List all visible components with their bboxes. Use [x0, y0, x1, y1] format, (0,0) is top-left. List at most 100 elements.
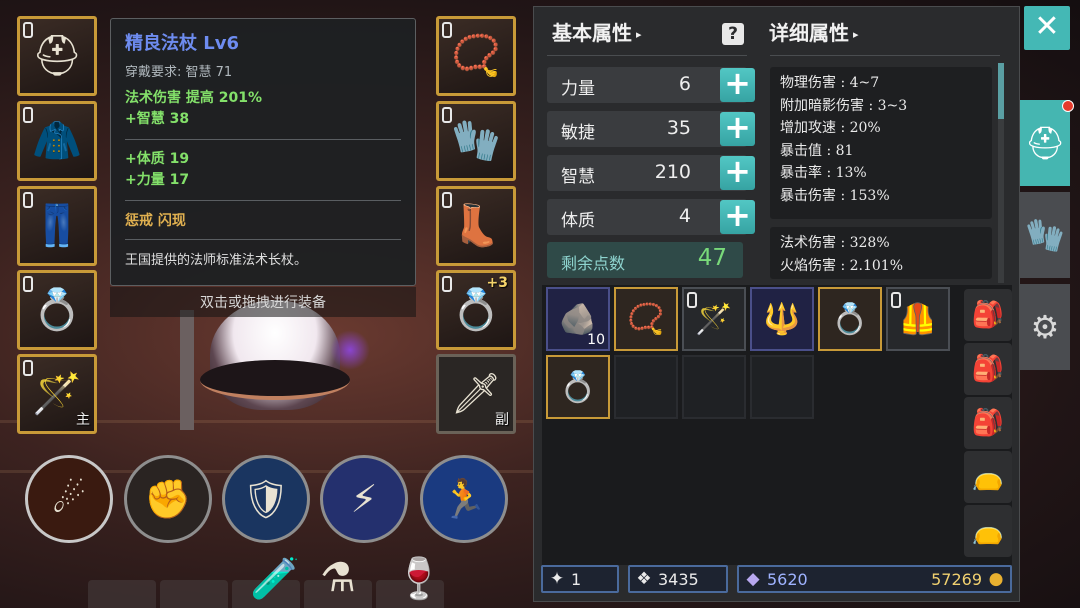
crystal-currency: ❖ 3435	[628, 565, 728, 593]
skill-button-lightning-orb[interactable]: ⚡	[320, 455, 408, 543]
item-description: 王国提供的法师标准法术长杖。	[125, 253, 308, 268]
attribute-row-agility: 敏捷 35 +	[547, 111, 755, 147]
bag-slot[interactable]: 🎒	[964, 289, 1012, 341]
ring-icon: 💍	[32, 287, 82, 333]
detail-stats-group: 物理伤害 : 4~7 附加暗影伤害 : 3~3 增加攻速 : 20% 暴击值 :…	[770, 67, 992, 219]
inventory-slot[interactable]: 🦺	[886, 287, 950, 351]
lock-icon	[23, 22, 33, 38]
equip-slot-ring-right[interactable]: 💍 +3	[436, 270, 516, 350]
attribute-name: 敏捷	[561, 123, 595, 143]
lock-icon	[23, 276, 33, 292]
item-tooltip: 精良法杖 Lv6 穿戴要求: 智慧 71 法术伤害 提高 201% +智慧 38…	[110, 18, 416, 286]
close-button[interactable]: ✕	[1024, 6, 1070, 50]
potion-small-icon[interactable]: 🧪	[250, 555, 300, 602]
inventory-slot[interactable]: 💍	[818, 287, 882, 351]
quick-slot[interactable]	[160, 580, 228, 608]
inventory-slot[interactable]: 📿	[614, 287, 678, 351]
detail-attributes-header[interactable]: 详细属性 ▸	[769, 17, 859, 46]
attribute-value: 6	[678, 73, 691, 95]
skill-button-punish[interactable]: ✊	[124, 455, 212, 543]
add-agility-button[interactable]: +	[720, 111, 755, 146]
detail-stat: 附加暗影伤害 : 3~3	[780, 97, 908, 114]
item-skills: 惩戒 闪现	[125, 213, 186, 229]
detail-stats-group: 法术伤害 : 328% 火焰伤害 : 2.101%	[770, 227, 992, 279]
add-wisdom-button[interactable]: +	[720, 155, 755, 190]
gloves-tab-icon: 🧤	[1025, 216, 1065, 254]
staff-icon: 🪄	[32, 371, 82, 417]
divider	[125, 139, 401, 140]
equip-slot-pants[interactable]: 👖	[17, 186, 97, 266]
inventory-grid: 🪨 10 📿 🪄 🔱 💍 🦺 💍 🎒 🎒 🎒 👝 👝	[542, 285, 1012, 565]
equip-slot-chest[interactable]: 🧥	[17, 101, 97, 181]
enhance-level-badge: +3	[486, 275, 508, 291]
skill-button-shield-dash[interactable]: 🛡	[222, 455, 310, 543]
ring-icon: 💍	[451, 287, 501, 333]
attribute-value: 210	[654, 161, 691, 183]
bag-slot[interactable]: 👝	[964, 505, 1012, 557]
pouch-icon: 👝	[971, 462, 1005, 492]
wand-count: 1	[571, 569, 582, 589]
mace-icon: 🔱	[763, 301, 801, 337]
add-strength-button[interactable]: +	[720, 67, 755, 102]
inventory-slot[interactable]: 🪨 10	[546, 287, 610, 351]
bag-slot[interactable]: 🎒	[964, 397, 1012, 449]
quick-slot[interactable]	[88, 580, 156, 608]
potion-medium-icon[interactable]: ⚗	[320, 555, 356, 601]
dash-icon: 🏃	[440, 476, 488, 521]
lock-icon	[23, 360, 33, 376]
equip-slot-main-weapon[interactable]: 🪄 主	[17, 354, 97, 434]
equip-slot-helmet[interactable]: ⛑	[17, 16, 97, 96]
inventory-slot[interactable]: 🔱	[750, 287, 814, 351]
main-hand-badge: 主	[76, 412, 90, 428]
equip-slot-amulet[interactable]: 📿	[436, 16, 516, 96]
caret-icon: ▸	[853, 28, 859, 41]
equip-slot-gloves[interactable]: 🧤	[436, 101, 516, 181]
bag-gold-icon: 🎒	[971, 408, 1005, 438]
inventory-slot-empty[interactable]	[614, 355, 678, 419]
lock-icon	[442, 192, 452, 208]
item-bonus-stat: +力量 17	[125, 172, 190, 188]
bag-slot[interactable]: 👝	[964, 451, 1012, 503]
wand-currency: ✦ 1	[541, 565, 619, 593]
helmet-tab-icon: ⛑	[1024, 124, 1066, 162]
equip-slot-boots[interactable]: 👢	[436, 186, 516, 266]
gold-count: 57269	[931, 569, 982, 589]
detail-attributes-title: 详细属性	[769, 21, 849, 45]
tab-equipment[interactable]: ⛑	[1020, 100, 1070, 186]
tab-gear[interactable]: 🧤	[1020, 192, 1070, 278]
equip-slot-ring-left[interactable]: 💍	[17, 270, 97, 350]
item-stat: +智慧 38	[125, 111, 190, 127]
lightning-orb-icon: ⚡	[350, 477, 378, 521]
tab-settings[interactable]: ⚙	[1020, 284, 1070, 370]
help-button[interactable]: ?	[722, 23, 744, 45]
attribute-value: 35	[666, 117, 691, 139]
skill-button-dash[interactable]: 🏃	[420, 455, 508, 543]
detail-scrollbar-thumb[interactable]	[998, 63, 1004, 119]
basic-attributes-header[interactable]: 基本属性 ▸	[552, 17, 642, 46]
lock-icon	[23, 192, 33, 208]
item-name: 精良法杖 Lv6	[125, 33, 239, 54]
inventory-slot-empty[interactable]	[682, 355, 746, 419]
detail-stat: 暴击率 : 13%	[780, 165, 867, 181]
bag-gold-icon: 🎒	[971, 300, 1005, 330]
attribute-row-constitution: 体质 4 +	[547, 199, 755, 235]
inventory-slot[interactable]: 🪄	[682, 287, 746, 351]
item-count: 10	[587, 332, 605, 348]
purple-gem-icon: ◆	[746, 569, 760, 589]
equip-hint: 双击或拖拽进行装备	[110, 287, 416, 317]
potion-large-icon[interactable]: 🍷	[394, 555, 444, 602]
gem-gold-currency: ◆ 5620 57269 ●	[737, 565, 1012, 593]
detail-stat: 增加攻速 : 20%	[780, 120, 881, 136]
attribute-name: 智慧	[561, 167, 595, 187]
add-constitution-button[interactable]: +	[720, 199, 755, 234]
equip-slot-off-weapon[interactable]: 🗡 副	[436, 354, 516, 434]
ring-icon: 💍	[559, 369, 597, 405]
staff-icon: 🪄	[695, 301, 733, 337]
bag-slot[interactable]: 🎒	[964, 343, 1012, 395]
inventory-slot[interactable]: 💍	[546, 355, 610, 419]
player-character-skirt	[200, 360, 350, 400]
inventory-slot-empty[interactable]	[750, 355, 814, 419]
amulet-icon: 📿	[627, 301, 665, 337]
chest-armor-icon: 🦺	[899, 301, 937, 337]
skill-button-meteor[interactable]: ☄	[25, 455, 113, 543]
